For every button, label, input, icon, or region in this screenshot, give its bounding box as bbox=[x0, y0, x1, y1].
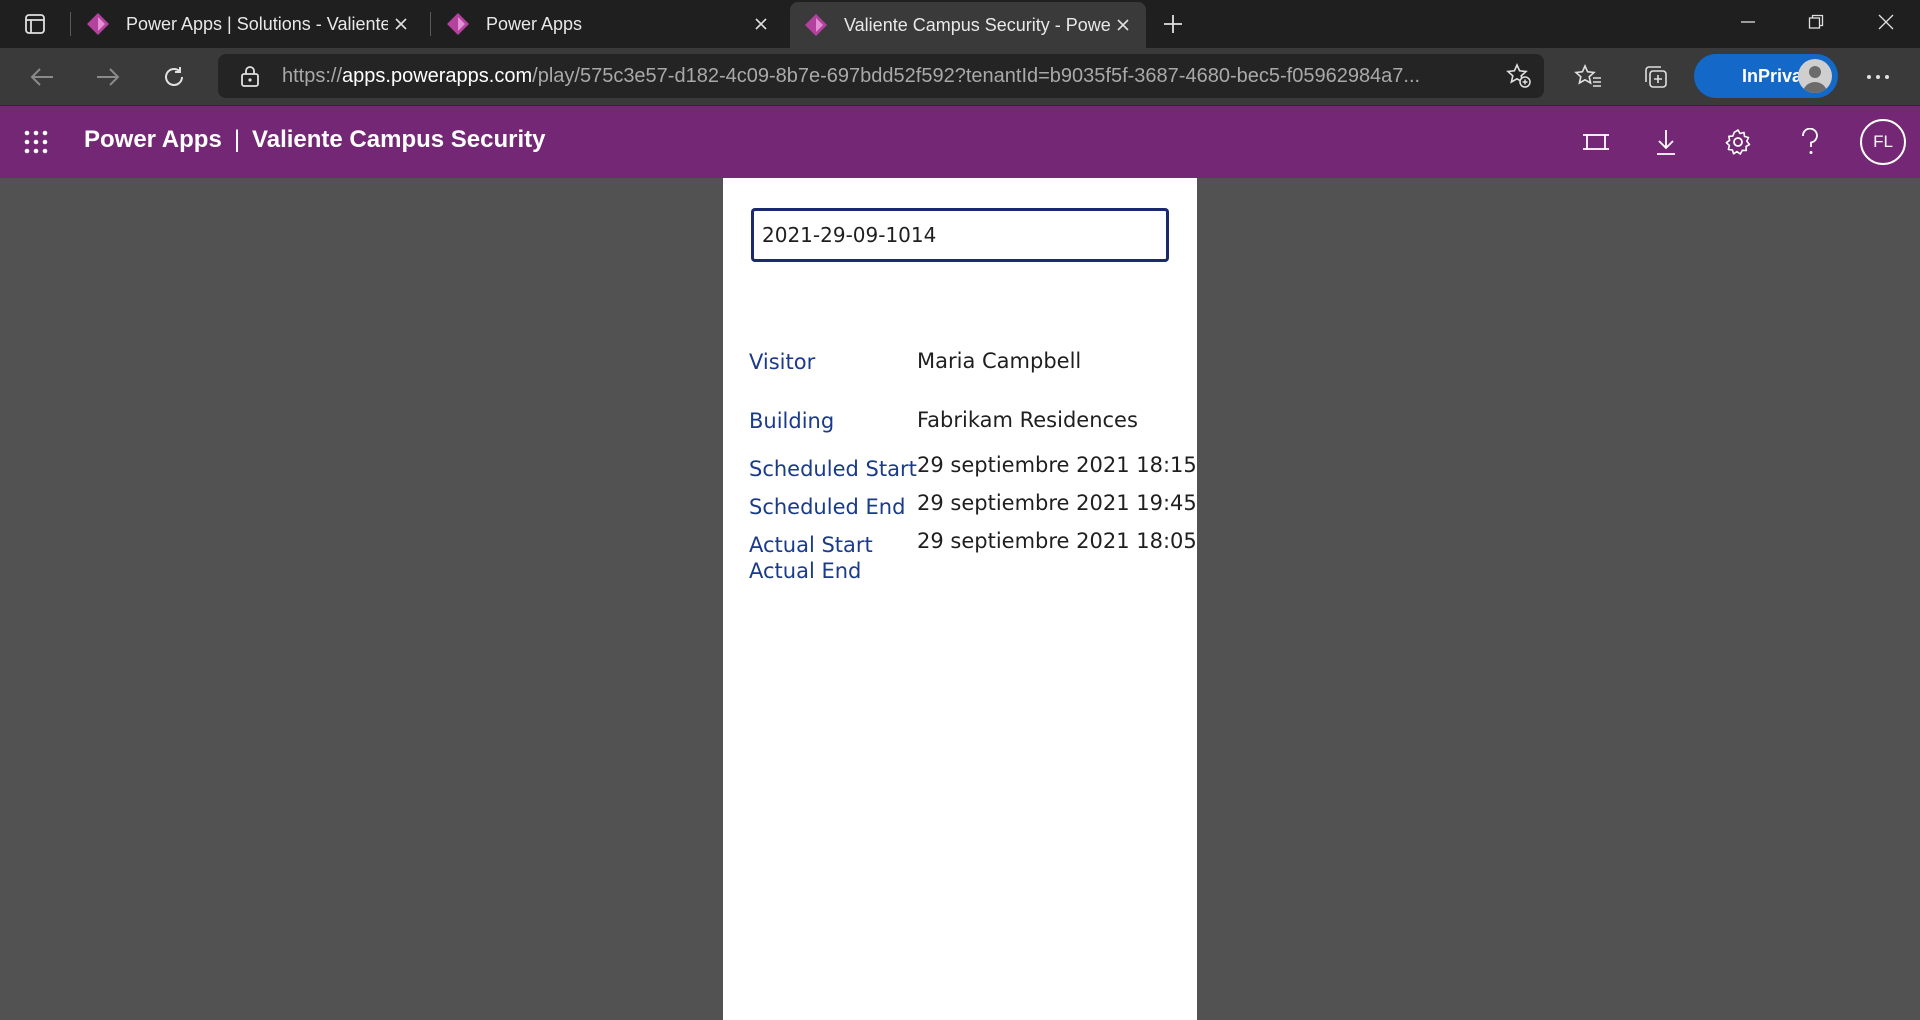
favorites-icon[interactable] bbox=[1568, 58, 1608, 96]
tab-close-icon[interactable] bbox=[388, 11, 414, 37]
tab-title: Valiente Campus Security - Powe bbox=[844, 14, 1110, 35]
browser-tab-valiente-campus-security[interactable]: Valiente Campus Security - Powe bbox=[790, 2, 1146, 48]
profile-avatar-icon bbox=[1798, 59, 1832, 93]
app-launcher-icon[interactable] bbox=[18, 124, 54, 160]
browser-tab-strip: Power Apps | Solutions - Valiente Power … bbox=[0, 0, 1920, 48]
back-icon[interactable] bbox=[22, 58, 62, 96]
visitor-label: Visitor bbox=[749, 350, 816, 374]
power-apps-favicon-icon bbox=[805, 14, 827, 36]
page-title: Power Apps | Valiente Campus Security bbox=[84, 126, 546, 154]
tab-actions-icon[interactable] bbox=[16, 10, 54, 38]
app-name: Valiente Campus Security bbox=[252, 126, 546, 153]
help-icon[interactable] bbox=[1792, 124, 1828, 160]
power-apps-favicon-icon bbox=[447, 13, 469, 35]
refresh-icon[interactable] bbox=[154, 58, 194, 96]
actual-start-label: Actual Start bbox=[749, 533, 873, 557]
building-label: Building bbox=[749, 409, 835, 433]
actual-end-label: Actual End bbox=[749, 559, 862, 583]
download-icon[interactable] bbox=[1648, 124, 1684, 160]
tab-close-icon[interactable] bbox=[748, 11, 774, 37]
browser-tab-solutions[interactable]: Power Apps | Solutions - Valiente bbox=[72, 0, 424, 48]
settings-gear-icon[interactable] bbox=[1720, 124, 1756, 160]
scheduled-end-label: Scheduled End bbox=[749, 495, 906, 519]
actual-start-value: 29 septiembre 2021 18:05 bbox=[917, 529, 1197, 553]
app-canvas: Visitor Maria Campbell Building Fabrikam… bbox=[723, 178, 1197, 1020]
browser-toolbar: https://apps.powerapps.com/play/575c3e57… bbox=[0, 48, 1920, 106]
url-path: /play/575c3e57-d182-4c09-8b7e-697bdd52f5… bbox=[532, 65, 1421, 87]
tab-close-icon[interactable] bbox=[1110, 12, 1136, 38]
title-separator: | bbox=[233, 126, 241, 153]
tab-title: Power Apps | Solutions - Valiente bbox=[126, 13, 388, 34]
url-text[interactable]: https://apps.powerapps.com/play/575c3e57… bbox=[282, 65, 1472, 88]
add-favorite-icon[interactable] bbox=[1504, 62, 1534, 90]
building-value: Fabrikam Residences bbox=[917, 408, 1138, 432]
tab-separator bbox=[70, 12, 71, 36]
scheduled-start-value: 29 septiembre 2021 18:15 bbox=[917, 453, 1197, 477]
scheduled-start-label: Scheduled Start bbox=[749, 457, 917, 481]
tab-title: Power Apps bbox=[486, 13, 583, 34]
new-tab-icon[interactable] bbox=[1158, 10, 1188, 38]
address-bar[interactable]: https://apps.powerapps.com/play/575c3e57… bbox=[218, 54, 1544, 98]
minimize-icon[interactable] bbox=[1714, 0, 1782, 44]
product-name[interactable]: Power Apps bbox=[84, 126, 222, 153]
lock-icon[interactable] bbox=[238, 64, 262, 88]
url-prefix: https:// bbox=[282, 65, 343, 87]
power-apps-favicon-icon bbox=[87, 13, 109, 35]
scheduled-end-value: 29 septiembre 2021 19:45 bbox=[917, 491, 1197, 515]
more-options-icon[interactable] bbox=[1858, 58, 1898, 96]
url-host: apps.powerapps.com bbox=[342, 65, 533, 87]
collections-icon[interactable] bbox=[1636, 58, 1676, 96]
fit-to-window-icon[interactable] bbox=[1578, 124, 1614, 160]
inprivate-button[interactable]: InPrivate bbox=[1694, 54, 1838, 98]
user-avatar[interactable]: FL bbox=[1860, 119, 1906, 165]
visit-code-input[interactable] bbox=[751, 208, 1169, 262]
close-window-icon[interactable] bbox=[1852, 0, 1920, 44]
power-apps-header: Power Apps | Valiente Campus Security FL bbox=[0, 106, 1920, 178]
tab-separator bbox=[430, 12, 431, 36]
restore-icon[interactable] bbox=[1782, 0, 1850, 44]
forward-icon[interactable] bbox=[88, 58, 128, 96]
browser-tab-power-apps[interactable]: Power Apps bbox=[432, 0, 784, 48]
visitor-value: Maria Campbell bbox=[917, 349, 1082, 373]
